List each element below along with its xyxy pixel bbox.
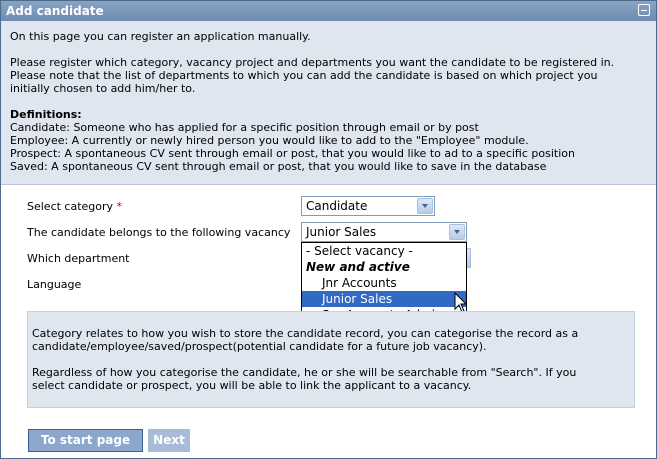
window-title: Add candidate bbox=[6, 4, 104, 18]
category-select[interactable]: Candidate bbox=[301, 196, 435, 216]
vacancy-group-new-active: New and active bbox=[306, 260, 410, 274]
vacancy-select[interactable]: Junior Sales bbox=[301, 222, 467, 242]
register-text-2: Please note that the list of departments… bbox=[10, 69, 598, 82]
definition-employee: Employee: A currently or newly hired per… bbox=[10, 134, 529, 147]
category-label-text: Select category bbox=[27, 200, 114, 213]
vacancy-label: The candidate belongs to the following v… bbox=[27, 226, 291, 239]
note-para2-line2: select candidate or prospect, you will b… bbox=[32, 379, 472, 392]
window-titlebar: Add candidate bbox=[1, 1, 656, 21]
language-label: Language bbox=[27, 278, 82, 291]
category-help-note: Category relates to how you wish to stor… bbox=[27, 311, 635, 408]
definition-candidate: Candidate: Someone who has applied for a… bbox=[10, 121, 479, 134]
vacancy-option-placeholder[interactable]: - Select vacancy - bbox=[302, 243, 466, 259]
register-text-3: initially chosen to add him/her to. bbox=[10, 82, 196, 95]
vacancy-option-jnr-accounts[interactable]: Jnr Accounts bbox=[302, 275, 466, 291]
note-para1-line1: Category relates to how you wish to stor… bbox=[32, 327, 579, 340]
definition-prospect: Prospect: A spontaneous CV sent through … bbox=[10, 147, 575, 160]
department-label: Which department bbox=[27, 252, 130, 265]
collapse-icon[interactable] bbox=[638, 4, 650, 16]
definition-saved: Saved: A spontaneous CV sent through ema… bbox=[10, 160, 547, 173]
to-start-page-button[interactable]: To start page bbox=[28, 429, 143, 452]
next-button[interactable]: Next bbox=[148, 429, 190, 452]
note-para1-line2: candidate/employee/saved/prospect(potent… bbox=[32, 340, 487, 353]
info-panel: On this page you can register an applica… bbox=[1, 21, 656, 185]
chevron-down-icon[interactable] bbox=[449, 224, 465, 240]
intro-text: On this page you can register an applica… bbox=[10, 30, 311, 43]
note-para2-line1: Regardless of how you categorise the can… bbox=[32, 366, 577, 379]
vacancy-select-value: Junior Sales bbox=[306, 225, 377, 239]
chevron-down-icon[interactable] bbox=[417, 198, 433, 214]
category-label: Select category * bbox=[27, 200, 122, 213]
category-select-value: Candidate bbox=[306, 199, 368, 213]
vacancy-option-junior-sales[interactable]: Junior Sales bbox=[302, 291, 466, 307]
required-mark: * bbox=[116, 200, 123, 213]
register-text-1: Please register which category, vacancy … bbox=[10, 56, 615, 69]
definitions-heading: Definitions: bbox=[10, 108, 82, 121]
